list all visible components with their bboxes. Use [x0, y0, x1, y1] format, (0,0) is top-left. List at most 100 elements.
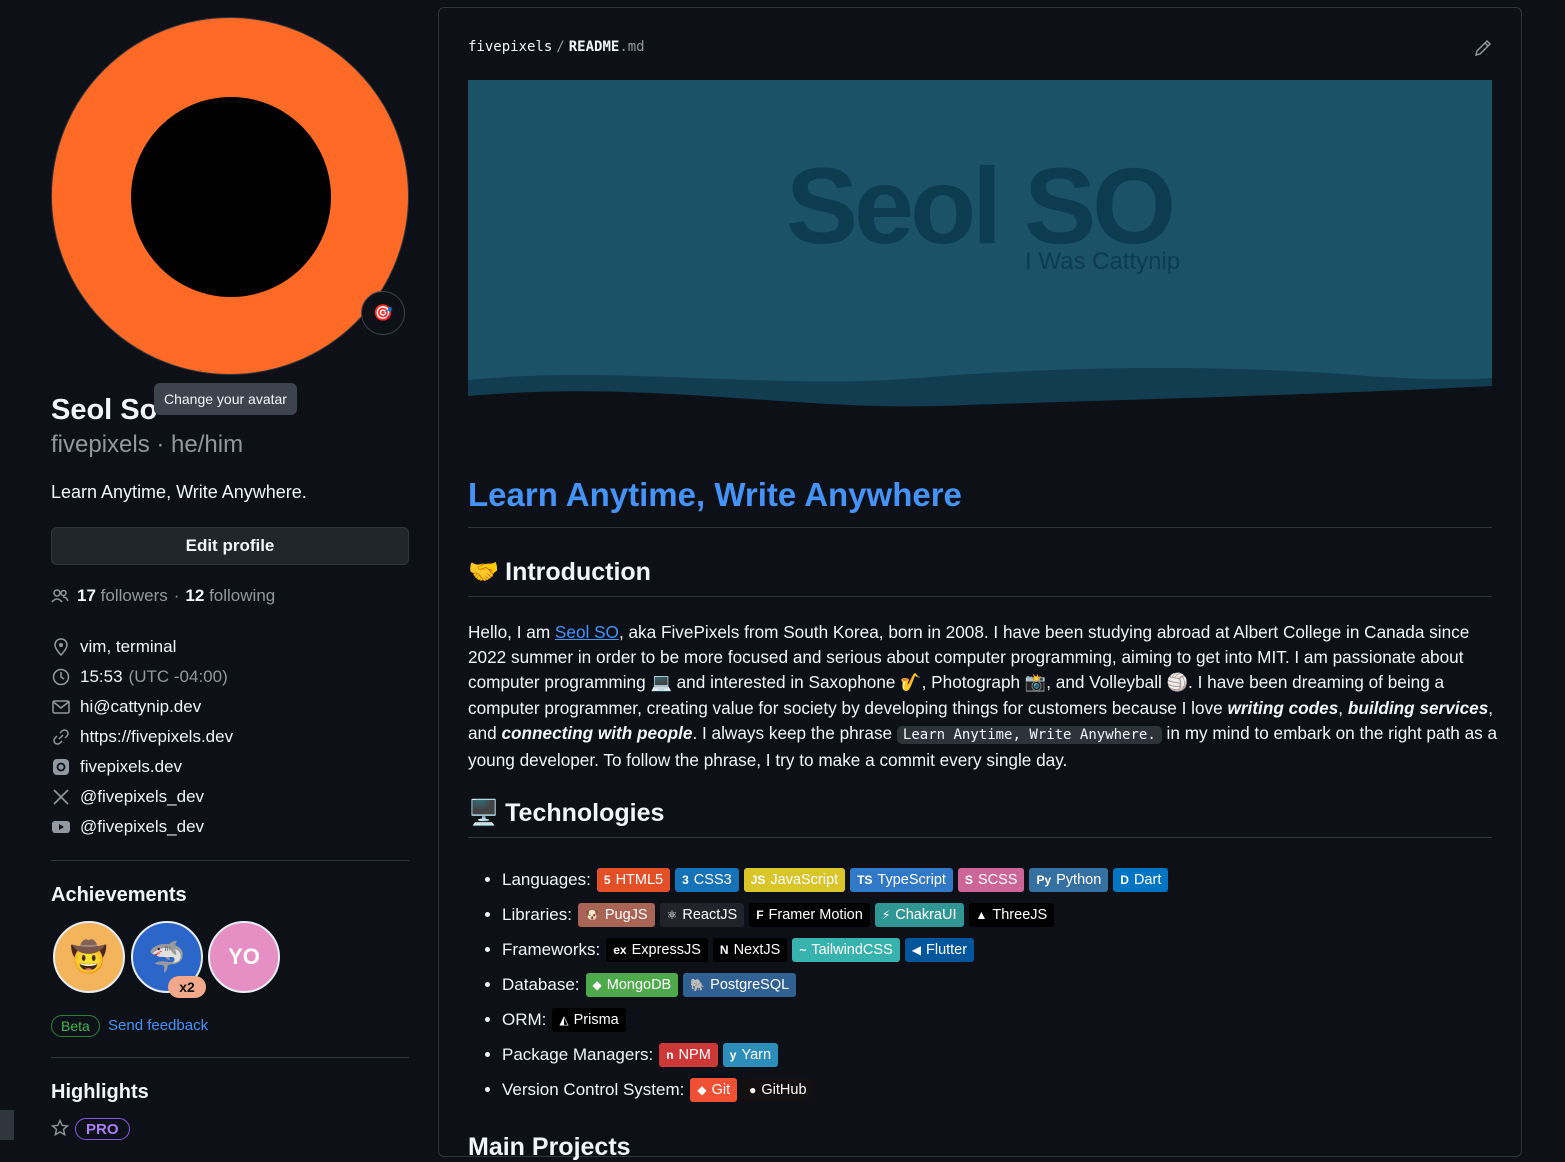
readme-panel: fivepixels / README.md Seol SO I Was Catty…	[438, 7, 1522, 1161]
bullet	[485, 982, 490, 987]
tech-badge-label: ChakraUI	[895, 906, 957, 923]
tech-row-database: Database: ◆ MongoDB 🐘 PostgreSQL	[485, 967, 1173, 1002]
threejs-icon: ▲	[975, 907, 988, 922]
achievements-title: Achievements	[51, 884, 187, 906]
tech-badge-flutter: ◀ Flutter	[904, 937, 975, 962]
profile-bio: Learn Anytime, Write Anywhere.	[51, 482, 307, 502]
file-extension: .md	[619, 39, 645, 55]
tech-badge-label: CSS3	[693, 871, 732, 888]
tech-badge-label: Framer Motion	[768, 906, 863, 923]
tech-badge-javascript: JS JavaScript	[743, 867, 846, 892]
tech-badge-label: NextJS	[733, 941, 781, 958]
tech-badge-label: Git	[711, 1081, 731, 1098]
python-icon: Py	[1036, 872, 1052, 887]
tech-badge-label: Yarn	[741, 1046, 772, 1063]
repo-owner-link[interactable]: fivepixels	[468, 39, 552, 55]
javascript-icon: JS	[750, 872, 766, 887]
readme-heading-link[interactable]: Learn Anytime, Write Anywhere	[468, 476, 962, 514]
achievement-count: x2	[168, 976, 206, 998]
x-item[interactable]: @fivepixels_dev	[51, 787, 204, 807]
html5-icon: 5	[603, 872, 611, 887]
separator: ·	[173, 586, 180, 605]
cowboy-badge[interactable]: 🤠	[53, 921, 125, 993]
framer-motion-icon: F	[756, 907, 764, 922]
tech-row-label: Version Control System:	[502, 1079, 685, 1099]
tech-badge-label: MongoDB	[606, 976, 672, 993]
tech-badge-chakraui: ⚡ ChakraUI	[874, 902, 964, 927]
tech-badge-framer-motion: F Framer Motion	[749, 902, 870, 927]
tech-badge-git: ◆ Git	[690, 1077, 738, 1102]
tech-badge-expressjs: ex ExpressJS	[606, 937, 708, 962]
tech-badge-html5: 5 HTML5	[596, 867, 671, 892]
youtube-item[interactable]: @fivepixels_dev	[51, 817, 204, 837]
tailwindcss-icon: ~	[799, 942, 807, 957]
nextjs-icon: N	[719, 942, 729, 957]
flutter-icon: ◀	[911, 942, 921, 957]
send-feedback-link[interactable]: Send feedback	[108, 1017, 208, 1034]
tech-row-frameworks: Frameworks: ex ExpressJS N NextJS ~ TailwindCS…	[485, 932, 1173, 967]
local-time-item: 15:53 (UTC -04:00)	[51, 667, 228, 687]
tech-row-package-managers: Package Managers: n NPM y Yarn	[485, 1037, 1173, 1072]
people-icon	[51, 588, 71, 604]
shark-icon: 🦈	[148, 940, 186, 974]
main-projects-heading: Main Projects	[468, 1133, 631, 1161]
star-icon	[50, 1118, 70, 1142]
heading-rule	[468, 527, 1492, 528]
readme-file-name[interactable]: README	[569, 39, 620, 55]
edit-profile-button[interactable]: Edit profile	[51, 527, 409, 565]
tech-badge-dart: D Dart	[1113, 867, 1169, 892]
tech-badge-mongodb: ◆ MongoDB	[585, 972, 679, 997]
x-logo-icon	[51, 787, 71, 807]
tech-badge-label: ThreeJS	[992, 906, 1048, 923]
tech-badge-github: ● GitHub	[742, 1077, 814, 1102]
tech-badge-nextjs: N NextJS	[712, 937, 788, 962]
highlights-title: Highlights	[51, 1081, 149, 1103]
profile-avatar[interactable]	[51, 17, 409, 375]
sidebar-divider	[51, 860, 409, 861]
npm-icon: n	[666, 1047, 674, 1062]
tech-row-label: Libraries:	[502, 904, 572, 924]
tech-badge-label: Flutter	[925, 941, 968, 958]
email-item[interactable]: hi@cattynip.dev	[51, 697, 201, 717]
expressjs-icon: ex	[613, 942, 627, 957]
change-avatar-tooltip: Change your avatar	[154, 383, 297, 415]
banner-subtitle: I Was Cattynip	[1025, 248, 1181, 275]
heading-rule	[468, 596, 1492, 597]
tech-row-vcs: Version Control System: ◆ Git ● GitHub	[485, 1072, 1173, 1107]
handshake-icon: 🤝	[468, 558, 500, 586]
dart-icon: D	[1120, 872, 1129, 887]
tech-row-label: ORM:	[502, 1009, 547, 1029]
tech-badge-label: PugJS	[604, 906, 648, 923]
tech-badge-label: HTML5	[615, 871, 664, 888]
website-item[interactable]: https://fivepixels.dev	[51, 727, 233, 747]
readme-path: fivepixels / README.md	[468, 39, 645, 55]
seol-so-link[interactable]: Seol SO	[555, 622, 619, 642]
username-pronouns: fivepixels · he/him	[51, 431, 244, 458]
link-icon	[51, 727, 71, 747]
tech-badge-label: Python	[1056, 871, 1102, 888]
followers-link[interactable]: 17 followers	[77, 586, 168, 606]
tech-row-label: Languages:	[502, 869, 591, 889]
display-name: Seol So	[51, 394, 158, 426]
scss-icon: S	[964, 872, 973, 887]
bullet	[485, 912, 490, 917]
tech-row-libraries: Libraries: 🐶 PugJS ⚛ ReactJS F Framer Motion ⚡ C…	[485, 897, 1173, 932]
tech-badge-npm: n NPM	[659, 1042, 718, 1067]
set-status-button[interactable]: 🎯	[361, 291, 405, 335]
location-pin-icon	[51, 637, 71, 657]
bullet	[485, 877, 490, 882]
tech-badge-prisma: ◭ Prisma	[552, 1007, 626, 1032]
readme-banner: Seol SO I Was Cattynip	[468, 80, 1492, 416]
avatar-center	[131, 97, 331, 297]
following-link[interactable]: 12 following	[185, 586, 275, 606]
yolo-badge[interactable]: YO	[208, 921, 280, 993]
bullet	[485, 947, 490, 952]
edit-readme-button[interactable]	[1473, 38, 1493, 58]
bullet	[485, 1087, 490, 1092]
tech-badge-label: TypeScript	[877, 871, 946, 888]
tech-badge-label: Dart	[1133, 871, 1162, 888]
tech-badge-scss: S SCSS	[957, 867, 1025, 892]
instagram-item[interactable]: fivepixels.dev	[51, 757, 182, 777]
technology-list: Languages: 5 HTML5 3 CSS3 JS JavaScript TS TypeS…	[485, 862, 1173, 1107]
typescript-icon: TS	[857, 872, 873, 887]
